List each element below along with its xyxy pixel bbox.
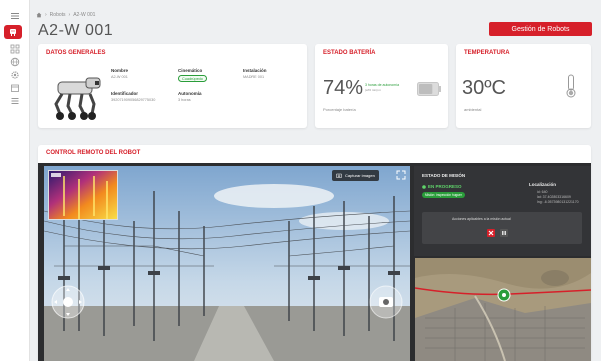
settings-icon — [11, 70, 19, 79]
fullscreen-icon[interactable] — [396, 170, 406, 180]
battery-card: ESTADO BATERÍA 74% 3 horas de autonomía … — [315, 44, 448, 128]
location-line-2: lat: 37.402803316609 — [537, 195, 571, 199]
robot-dog-image — [54, 77, 101, 120]
general-data-card: DATOS GENERALES Nombre A2-W 001 Cinemáti… — [38, 44, 307, 128]
thermal-camera-inset[interactable] — [48, 170, 118, 220]
temperature-value: 30ºC — [462, 77, 506, 99]
sidebar-item-robots[interactable] — [4, 25, 22, 39]
general-data-title: DATOS GENERALES — [46, 50, 106, 56]
sidebar-item-settings[interactable] — [8, 69, 22, 80]
globe-icon — [10, 57, 20, 66]
location-line-3: lng: -6.0573980131221170 — [537, 200, 579, 204]
breadcrumb-current: A2-W 001 — [73, 12, 96, 18]
battery-title: ESTADO BATERÍA — [323, 50, 376, 56]
capture-image-button[interactable]: Capturar imagen — [332, 170, 379, 181]
kinematics-badge: Cuadrúpedo — [178, 75, 207, 82]
status-dot-icon — [422, 184, 426, 189]
name-label: Nombre — [111, 68, 129, 73]
sidebar — [0, 0, 30, 361]
calendar-icon — [11, 84, 19, 92]
grid-icon — [10, 44, 20, 53]
thermometer-icon — [566, 74, 576, 98]
id-value: 392071909056829775030 — [111, 98, 156, 102]
location-line-1: id: 640 — [537, 190, 548, 194]
breadcrumb: › Robots › A2-W 001 — [36, 12, 95, 18]
mission-status: EN PROGRESO — [422, 184, 462, 189]
battery-percent: 74% — [323, 77, 364, 99]
home-icon[interactable] — [36, 12, 42, 18]
temperature-title: TEMPERATURA — [464, 50, 510, 56]
autonomy-label: Autonomía — [178, 91, 202, 96]
autonomy-value: 3 horas — [178, 98, 191, 102]
pause-mission-button[interactable] — [500, 229, 508, 237]
mission-actions-text: Acciones aplicables a la misión actual — [452, 217, 511, 221]
name-value: A2-W 001 — [111, 75, 128, 79]
battery-icon — [417, 82, 441, 96]
stop-mission-button[interactable] — [487, 229, 495, 237]
robot-icon — [10, 29, 16, 36]
temperature-card: TEMPERATURA 30ºC ambiental — [456, 44, 591, 128]
camera-icon — [336, 173, 342, 178]
battery-label: Porcentaje batería — [323, 107, 356, 112]
mission-title: ESTADO DE MISIÓN — [422, 173, 466, 178]
sidebar-item-grid[interactable] — [8, 43, 22, 54]
install-label: Instalación — [243, 68, 267, 73]
pause-icon — [502, 231, 506, 235]
breadcrumb-robots[interactable]: Robots — [50, 12, 66, 18]
menu-icon[interactable] — [8, 10, 22, 21]
remote-control-title: CONTROL REMOTO DEL ROBOT — [46, 150, 141, 156]
location-title: Localización — [529, 182, 557, 187]
page-title: A2-W 001 — [38, 22, 114, 39]
sidebar-item-calendar[interactable] — [8, 82, 22, 93]
id-label: Identificador — [111, 91, 139, 96]
install-value: MADRE 001 — [243, 75, 265, 79]
sidebar-item-globe[interactable] — [8, 56, 22, 67]
location-marker-icon[interactable] — [497, 288, 511, 302]
kinematics-label: Cinemático — [178, 68, 203, 73]
close-icon — [488, 230, 494, 236]
robots-management-button[interactable]: Gestión de Robots — [489, 22, 592, 36]
camera-control-icon[interactable] — [368, 284, 404, 320]
battery-note-sub: (a70 min) m — [365, 88, 382, 92]
mission-badge: Misión: inspección huguer — [422, 192, 465, 198]
list-icon — [11, 97, 19, 104]
temperature-label: ambiental — [464, 107, 482, 112]
location-map[interactable] — [415, 258, 591, 361]
battery-note: 3 horas de autonomía — [365, 83, 400, 87]
joystick-icon[interactable] — [50, 284, 86, 320]
sidebar-item-list[interactable] — [8, 95, 22, 106]
